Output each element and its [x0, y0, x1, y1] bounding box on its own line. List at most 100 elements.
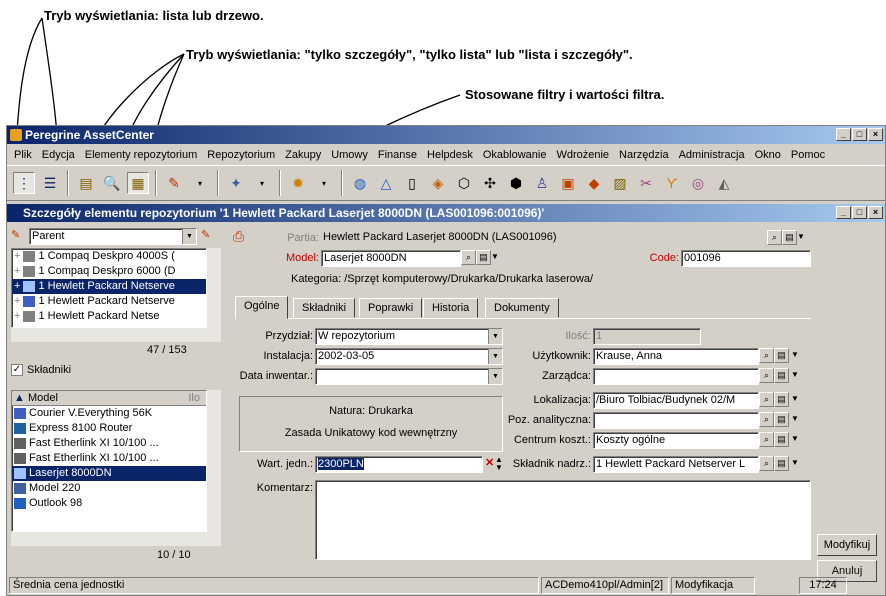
- asset-icon[interactable]: ◈: [427, 172, 449, 194]
- document-icon[interactable]: ▯: [401, 172, 423, 194]
- tree-item[interactable]: + 1 Hewlett Packard Netserve: [12, 294, 206, 309]
- chevron-down-icon[interactable]: ▼: [182, 229, 196, 244]
- details-icon[interactable]: ▤: [774, 432, 789, 447]
- code-field[interactable]: 001096: [681, 250, 811, 267]
- report-icon[interactable]: ▨: [609, 172, 631, 194]
- chevron-down-icon[interactable]: ▼: [791, 458, 799, 467]
- filter-value-icon[interactable]: ✎: [201, 228, 215, 244]
- search-icon[interactable]: ⌕: [759, 348, 774, 363]
- komentarz-textarea[interactable]: [315, 480, 811, 560]
- tools-icon[interactable]: ✂: [635, 172, 657, 194]
- wart-jedn-field[interactable]: 2300PLN: [315, 456, 483, 473]
- menu-administracja[interactable]: Administracja: [674, 149, 750, 161]
- tab-historia[interactable]: Historia: [423, 298, 479, 318]
- wizard-icon[interactable]: ✦: [225, 172, 247, 194]
- tree-scrollbar[interactable]: [207, 248, 221, 328]
- detail-maximize-button[interactable]: □: [852, 206, 867, 219]
- list-view-icon[interactable]: ☰: [39, 172, 61, 194]
- chevron-down-icon[interactable]: ▼: [791, 434, 799, 443]
- clear-icon[interactable]: ✕: [485, 456, 494, 469]
- list-details-view-icon[interactable]: ▦: [127, 172, 149, 194]
- minimize-button[interactable]: _: [836, 128, 851, 141]
- details-view-icon[interactable]: ▤: [75, 172, 97, 194]
- list-item[interactable]: Courier V.Everything 56K: [12, 406, 206, 421]
- list-header[interactable]: ▲ Model Ilo: [12, 391, 206, 406]
- tree-item[interactable]: + 1 Compaq Deskpro 6000 (D: [12, 264, 206, 279]
- search-icon[interactable]: ⌕: [759, 412, 774, 427]
- cube-icon[interactable]: ⬡: [453, 172, 475, 194]
- modify-button[interactable]: Modyfikuj: [817, 534, 877, 556]
- menu-pomoc[interactable]: Pomoc: [786, 149, 830, 161]
- menu-elementy-repozytorium[interactable]: Elementy repozytorium: [80, 149, 203, 161]
- menu-wdrozenie[interactable]: Wdrożenie: [551, 149, 614, 161]
- location-icon[interactable]: △: [375, 172, 397, 194]
- user-icon[interactable]: ♙: [531, 172, 553, 194]
- tab-poprawki[interactable]: Poprawki: [359, 298, 423, 318]
- detail-close-button[interactable]: ×: [868, 206, 883, 219]
- filter-icon[interactable]: ✎: [163, 172, 185, 194]
- search-icon[interactable]: 🔍: [101, 172, 123, 194]
- menu-plik[interactable]: Plik: [9, 149, 37, 161]
- details-icon[interactable]: ▤: [774, 412, 789, 427]
- list-item[interactable]: Fast Etherlink XI 10/100 ...: [12, 436, 206, 451]
- globe-icon[interactable]: ◍: [349, 172, 371, 194]
- filter-combo[interactable]: Parent ▼: [29, 228, 197, 245]
- list-item[interactable]: Express 8100 Router: [12, 421, 206, 436]
- software-icon[interactable]: ◆: [583, 172, 605, 194]
- data-inwentar-field[interactable]: ▼: [315, 368, 503, 385]
- menu-umowy[interactable]: Umowy: [326, 149, 373, 161]
- search-icon[interactable]: ⌕: [461, 250, 476, 265]
- filter-dropdown-icon[interactable]: ▾: [189, 172, 211, 194]
- details-icon[interactable]: ▤: [476, 250, 491, 265]
- chevron-down-icon[interactable]: ▼: [791, 370, 799, 379]
- chevron-down-icon[interactable]: ▼: [491, 252, 499, 261]
- chevron-down-icon[interactable]: ▼: [791, 394, 799, 403]
- list-item[interactable]: Outlook 98: [12, 496, 206, 511]
- menu-helpdesk[interactable]: Helpdesk: [422, 149, 478, 161]
- przydzial-select[interactable]: W repozytorium ▼: [315, 328, 503, 345]
- search-icon[interactable]: ⌕: [759, 392, 774, 407]
- list-item[interactable]: Fast Etherlink XI 10/100 ...: [12, 451, 206, 466]
- menu-zakupy[interactable]: Zakupy: [280, 149, 326, 161]
- skladnik-nadrz-field[interactable]: 1 Hewlett Packard Netserver L: [593, 456, 759, 473]
- menu-edycja[interactable]: Edycja: [37, 149, 80, 161]
- tree-hscrollbar[interactable]: [11, 328, 221, 342]
- details-icon[interactable]: ▤: [774, 348, 789, 363]
- tree-view-icon[interactable]: ⋮: [13, 172, 35, 194]
- package-icon[interactable]: ⬢: [505, 172, 527, 194]
- search-icon[interactable]: ⌕: [767, 230, 782, 245]
- zarzadca-field[interactable]: [593, 368, 759, 385]
- network-icon[interactable]: ✣: [479, 172, 501, 194]
- list-hscrollbar[interactable]: [11, 532, 221, 546]
- search-icon[interactable]: ⌕: [759, 432, 774, 447]
- wizard-dropdown-icon[interactable]: ▾: [251, 172, 273, 194]
- contract-icon[interactable]: ◎: [687, 172, 709, 194]
- model-field[interactable]: Laserjet 8000DN: [321, 250, 461, 267]
- tab-ogolne[interactable]: Ogólne: [235, 296, 289, 319]
- list-item-selected[interactable]: Laserjet 8000DN: [12, 466, 206, 481]
- close-button[interactable]: ×: [868, 128, 883, 141]
- hardware-icon[interactable]: ▣: [557, 172, 579, 194]
- detail-minimize-button[interactable]: _: [836, 206, 851, 219]
- uzytkownik-field[interactable]: Krause, Anna: [593, 348, 759, 365]
- print-icon[interactable]: ⎙: [233, 228, 249, 244]
- tree-item[interactable]: + 1 Hewlett Packard Netse: [12, 309, 206, 324]
- details-icon[interactable]: ▤: [774, 392, 789, 407]
- search-icon[interactable]: ⌕: [759, 456, 774, 471]
- chevron-down-icon[interactable]: ▼: [791, 414, 799, 423]
- cable-icon[interactable]: ϒ: [661, 172, 683, 194]
- poz-analityczna-field[interactable]: [593, 412, 759, 429]
- details-icon[interactable]: ▤: [774, 368, 789, 383]
- details-icon[interactable]: ▤: [782, 230, 797, 245]
- tab-skladniki[interactable]: Składniki: [293, 298, 356, 318]
- tree-item[interactable]: + 1 Compaq Deskpro 4000S (: [12, 249, 206, 264]
- helpdesk-icon[interactable]: ◭: [713, 172, 735, 194]
- tree-item-selected[interactable]: + 1 Hewlett Packard Netserve: [12, 279, 206, 294]
- centrum-koszt-field[interactable]: Koszty ogólne: [593, 432, 759, 449]
- menu-narzedzia[interactable]: Narzędzia: [614, 149, 674, 161]
- list-scrollbar[interactable]: [207, 390, 221, 532]
- components-checkbox[interactable]: ✓: [11, 364, 23, 376]
- instalacja-field[interactable]: 2002-03-05 ▼: [315, 348, 503, 365]
- lokalizacja-field[interactable]: /Biuro Tolbiac/Budynek 02/M: [593, 392, 759, 409]
- details-icon[interactable]: ▤: [774, 456, 789, 471]
